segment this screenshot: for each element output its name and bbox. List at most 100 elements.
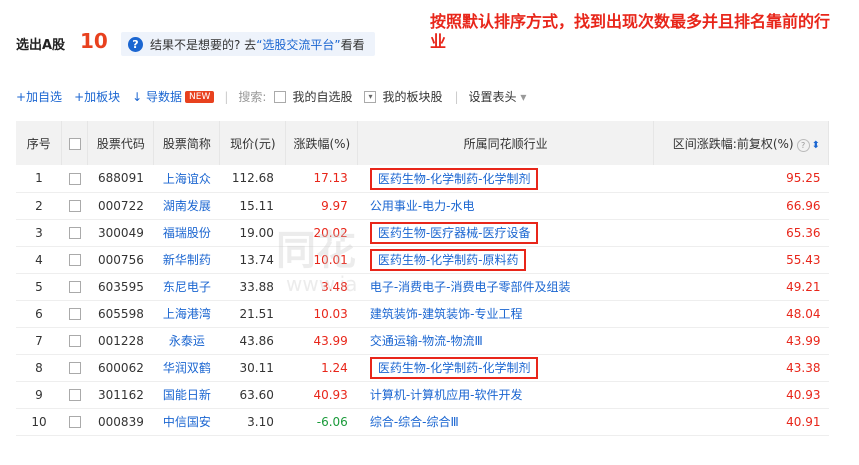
stock-industry[interactable]: 公用事业-电力-水电 <box>358 192 654 219</box>
stock-code[interactable]: 605598 <box>88 300 154 327</box>
watermark-url: www.ia <box>286 272 358 296</box>
stock-range-change: 48.04 <box>786 306 821 321</box>
stock-forum-link[interactable]: “选股交流平台” <box>256 36 340 53</box>
row-select-cell[interactable] <box>62 165 88 192</box>
row-checkbox[interactable] <box>68 308 81 320</box>
column-header-change[interactable]: 涨跌幅(%) <box>285 121 359 165</box>
column-header-price[interactable]: 现价(元) <box>219 121 287 165</box>
row-select-cell[interactable] <box>62 192 88 219</box>
highlight-box: 医药生物-医疗器械-医疗设备 <box>369 222 539 244</box>
stock-code[interactable]: 000722 <box>88 192 154 219</box>
stock-name[interactable]: 东尼电子 <box>154 273 220 300</box>
row-select-cell[interactable] <box>62 246 88 273</box>
stock-industry[interactable]: 计算机-计算机应用-软件开发 <box>358 381 654 408</box>
row-checkbox[interactable] <box>68 362 81 374</box>
row-checkbox[interactable] <box>68 172 81 185</box>
row-checkbox[interactable] <box>68 389 81 401</box>
stock-range-change: 40.93 <box>786 387 821 402</box>
row-checkbox[interactable] <box>68 335 81 347</box>
search-label: 搜索: <box>238 90 267 104</box>
stock-name[interactable]: 湖南发展 <box>154 192 220 219</box>
stock-code[interactable]: 001228 <box>88 327 154 354</box>
table-row[interactable]: 1 688091 上海谊众 112.68 17.13 医药生物-化学制药-化学制剂 95.2… <box>16 165 829 192</box>
column-header-code[interactable]: 股票代码 <box>87 121 155 165</box>
stock-range-change: 40.91 <box>786 414 821 429</box>
add-to-watchlist-button[interactable]: +加自选 <box>16 88 62 105</box>
stock-price: 30.11 <box>239 360 274 375</box>
row-checkbox[interactable] <box>68 227 81 239</box>
export-data-button[interactable]: ↓ 导数据 <box>132 88 182 105</box>
tip-suffix: 看看 <box>340 37 365 52</box>
stock-range-change: 66.96 <box>786 198 821 213</box>
row-index: 1 <box>35 171 43 186</box>
stock-name[interactable]: 国能日新 <box>154 381 220 408</box>
stock-industry[interactable]: 电子-消费电子-消费电子零部件及组装 <box>358 273 654 300</box>
stock-code[interactable]: 603595 <box>88 273 154 300</box>
stock-code[interactable]: 300049 <box>88 219 154 246</box>
row-checkbox[interactable] <box>68 200 81 212</box>
column-header-range[interactable]: 区间涨跌幅:前复权(%)? ⬍ <box>653 121 829 165</box>
row-select-cell[interactable] <box>62 381 88 408</box>
table-row[interactable]: 10 000839 中信国安 3.10 -6.06 综合-综合-综合Ⅲ 40.91 <box>16 408 829 435</box>
table-row[interactable]: 2 000722 湖南发展 15.11 9.97 公用事业-电力-水电 66.96 <box>16 192 829 219</box>
stock-code[interactable]: 600062 <box>88 354 154 381</box>
row-index: 5 <box>35 279 43 294</box>
stock-industry[interactable]: 医药生物-化学制药-化学制剂 <box>358 165 654 192</box>
table-row[interactable]: 5 603595 东尼电子 33.88 3.48 电子-消费电子-消费电子零部件及组装 49… <box>16 273 829 300</box>
column-header-industry[interactable]: 所属同花顺行业 <box>357 121 655 165</box>
my-watchlist-label[interactable]: 我的自选股 <box>292 88 352 105</box>
column-header-select[interactable] <box>61 121 89 165</box>
column-header-name[interactable]: 股票简称 <box>153 121 221 165</box>
table-row[interactable]: 9 301162 国能日新 63.60 40.93 计算机-计算机应用-软件开发 40.93 <box>16 381 829 408</box>
table-row[interactable]: 4 000756 新华制药 13.74 10.01 医药生物-化学制药-原料药 55.43 <box>16 246 829 273</box>
table-row[interactable]: 3 300049 福瑞股份 19.00 20.02 医药生物-医疗器械-医疗设备 65.36 <box>16 219 829 246</box>
stock-name[interactable]: 上海港湾 <box>154 300 220 327</box>
stock-change: 10.03 <box>313 306 348 321</box>
stock-code[interactable]: 688091 <box>88 165 154 192</box>
my-board-label[interactable]: 我的板块股 <box>382 88 442 105</box>
stock-name[interactable]: 永泰运 <box>154 327 220 354</box>
stock-code[interactable]: 301162 <box>88 381 154 408</box>
row-select-cell[interactable] <box>62 300 88 327</box>
stock-name[interactable]: 华润双鹤 <box>154 354 220 381</box>
stock-code[interactable]: 000839 <box>88 408 154 435</box>
stock-change: 17.13 <box>313 171 348 186</box>
row-checkbox[interactable] <box>68 416 81 428</box>
row-select-cell[interactable] <box>62 408 88 435</box>
table-row[interactable]: 6 605598 上海港湾 21.51 10.03 建筑装饰-建筑装饰-专业工程 48.04 <box>16 300 829 327</box>
my-board-dropdown-icon[interactable]: ▾ <box>364 90 377 103</box>
stock-industry[interactable]: 医药生物-化学制药-原料药 <box>358 246 654 273</box>
table-row[interactable]: 8 600062 华润双鹤 30.11 1.24 医药生物-化学制药-化学制剂 43.38 <box>16 354 829 381</box>
stock-industry[interactable]: 医药生物-化学制药-化学制剂 <box>358 354 654 381</box>
row-select-cell[interactable] <box>62 327 88 354</box>
row-select-cell[interactable] <box>62 273 88 300</box>
stock-industry[interactable]: 综合-综合-综合Ⅲ <box>358 408 654 435</box>
column-settings-button[interactable]: 设置表头 ▾ <box>469 88 527 105</box>
stock-code[interactable]: 000756 <box>88 246 154 273</box>
row-checkbox[interactable] <box>68 254 81 266</box>
stock-name[interactable]: 上海谊众 <box>154 165 220 192</box>
table-row[interactable]: 7 001228 永泰运 43.86 43.99 交通运输-物流-物流Ⅲ 43.99 <box>16 327 829 354</box>
row-select-cell[interactable] <box>62 219 88 246</box>
stock-industry[interactable]: 交通运输-物流-物流Ⅲ <box>358 327 654 354</box>
row-checkbox[interactable] <box>68 281 81 293</box>
stock-name[interactable]: 新华制药 <box>154 246 220 273</box>
my-watchlist-checkbox[interactable] <box>274 90 287 103</box>
stock-industry[interactable]: 建筑装饰-建筑装饰-专业工程 <box>358 300 654 327</box>
row-select-cell[interactable] <box>62 354 88 381</box>
add-to-board-button[interactable]: +加板块 <box>74 88 120 105</box>
table-header-row: 序号 股票代码 股票简称 现价(元) 涨跌幅(%) 所属同花顺行业 区间涨跌幅:… <box>16 121 829 165</box>
select-all-checkbox[interactable] <box>68 137 81 150</box>
help-icon[interactable]: ? <box>796 138 810 152</box>
stock-industry[interactable]: 医药生物-医疗器械-医疗设备 <box>358 219 654 246</box>
sort-icon[interactable]: ⬍ <box>812 140 820 151</box>
annotation-note: 按照默认排序方式，找到出现次数最多并且排名靠前的行业 <box>430 12 831 51</box>
stock-name[interactable]: 中信国安 <box>154 408 220 435</box>
feedback-tip: ? 结果不是想要的? 去 “选股交流平台” 看看 <box>121 32 375 56</box>
column-header-index: 序号 <box>16 121 63 165</box>
row-index: 10 <box>31 414 47 429</box>
tip-prefix: 结果不是想要的? 去 <box>150 37 257 52</box>
chevron-down-icon: ▾ <box>520 90 527 104</box>
stock-name[interactable]: 福瑞股份 <box>154 219 220 246</box>
stock-price: 21.51 <box>239 306 274 321</box>
